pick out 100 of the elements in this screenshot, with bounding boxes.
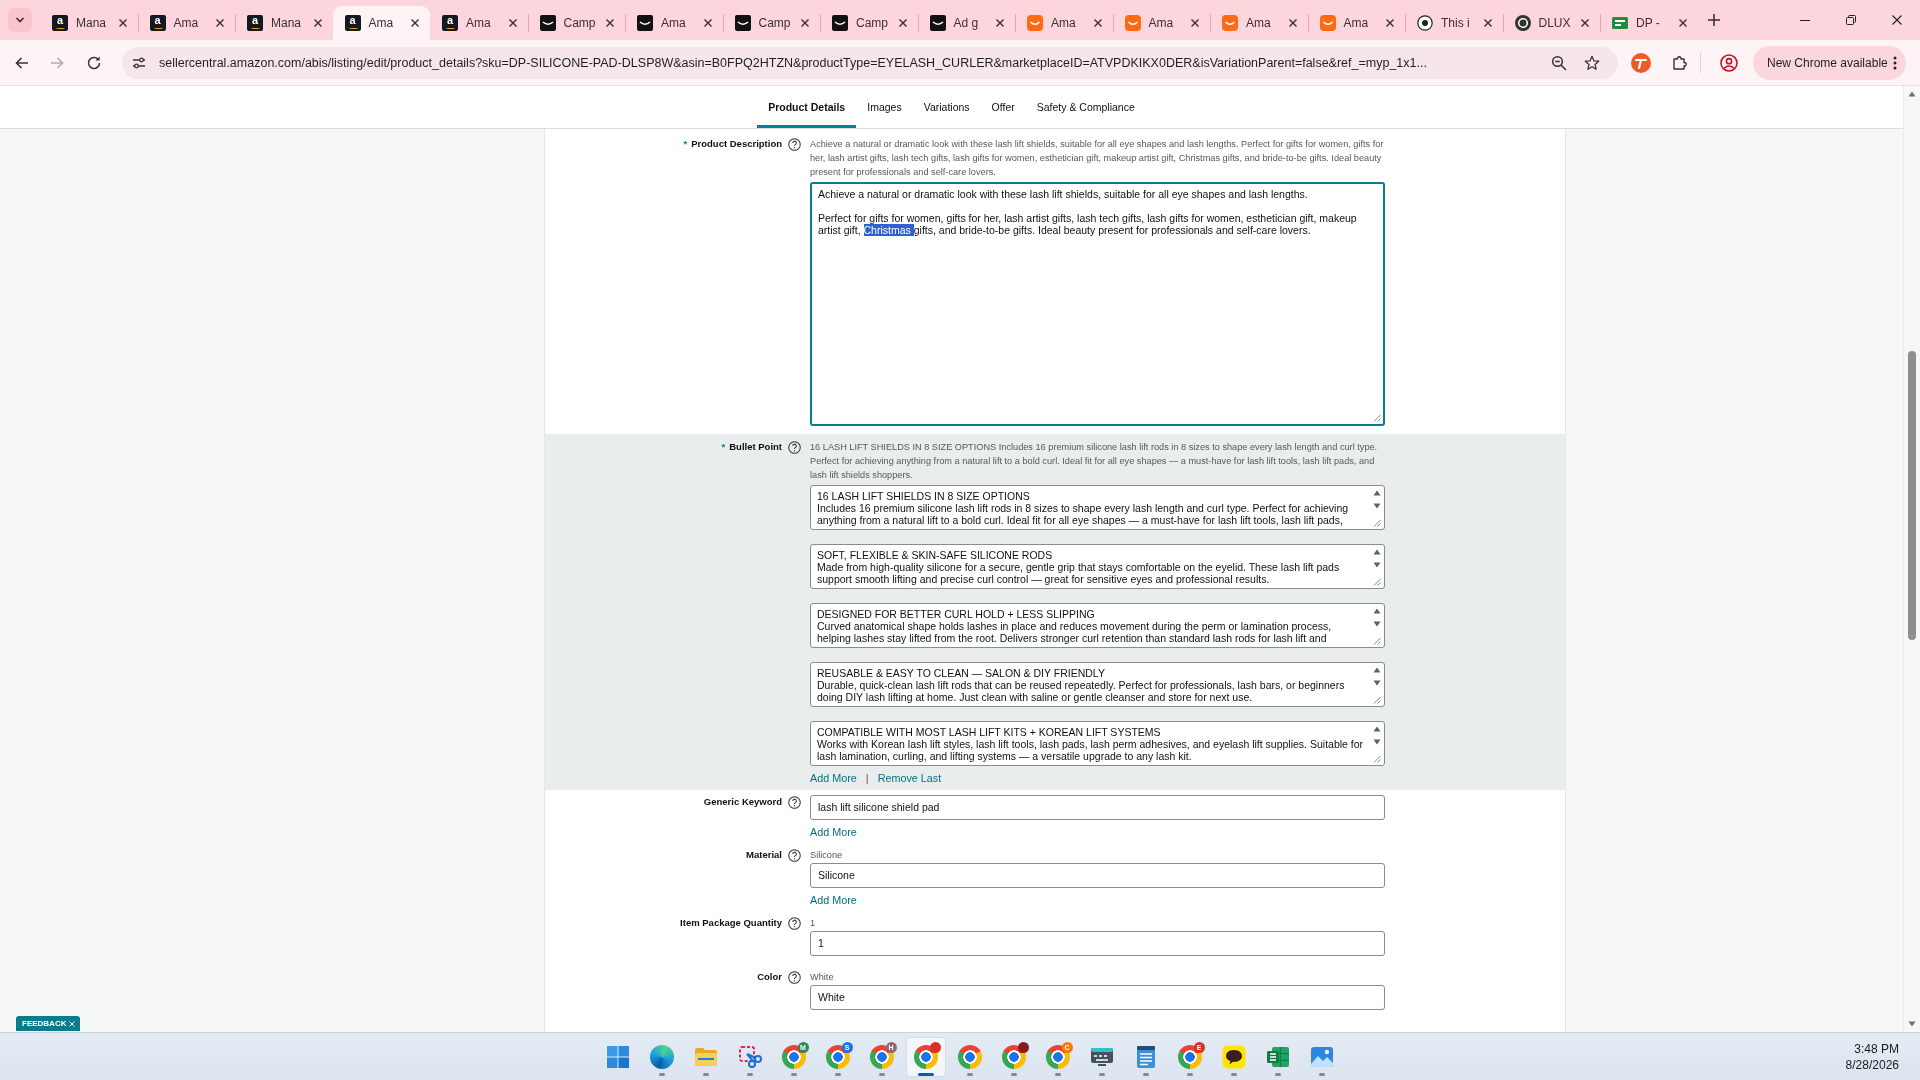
section-tab[interactable]: Safety & Compliance — [1025, 86, 1146, 128]
help-icon[interactable] — [788, 916, 801, 930]
bullet-textarea[interactable]: COMPATIBLE WITH MOST LASH LIFT KITS + KOREAN LIFT SYSTEMS Works with Korean lash lift styles, lash lift tools, lash pads, lash perm adhesives, and eyelash lift supplies. Suitable for lash lamination, curling, and lifting systems — a versatile upgrade to any lash kit. — [810, 721, 1385, 766]
help-icon[interactable] — [788, 970, 801, 984]
bullet-textarea[interactable]: DESIGNED FOR BETTER CURL HOLD + LESS SLIPPING Curved anatomical shape holds lashes in place and reduces movement during the perm or lamination process, helping lashes stay lifted from the root. Delivers stronger curl retention than standard lash rods for lash lift and — [810, 603, 1385, 648]
bullet-textarea[interactable]: SOFT, FLEXIBLE & SKIN-SAFE SILICONE RODS Made from high-quality silicone for a secure, gentle grip that stays comfortable on the eyelid. These lash lift pads support smooth lifting and precise curl control — great for sensitive eyes and professional results. — [810, 544, 1385, 589]
browser-icon[interactable] — [781, 1044, 806, 1069]
more-vertical-icon[interactable] — [1893, 55, 1897, 70]
close-icon[interactable] — [1287, 18, 1298, 28]
resize-grip-icon[interactable] — [1373, 519, 1381, 527]
browser-tab[interactable]: a Mana — [40, 6, 138, 40]
close-icon[interactable] — [605, 18, 615, 28]
scroll-down-icon[interactable] — [1373, 503, 1381, 509]
bookmark-star-icon[interactable] — [1584, 54, 1600, 71]
feedback-button[interactable]: FEEDBACK — [16, 1016, 81, 1031]
taskbar-button[interactable] — [905, 1036, 946, 1077]
close-icon[interactable] — [800, 18, 810, 28]
clock-time[interactable]: 3:48 PM — [1854, 1040, 1899, 1057]
minimize-icon[interactable] — [1800, 19, 1810, 21]
browser-icon[interactable] — [957, 1044, 982, 1069]
text-input[interactable]: lash lift silicone shield pad — [810, 795, 1385, 820]
extension-icon[interactable] — [1631, 52, 1651, 73]
text-input[interactable]: White — [810, 985, 1385, 1010]
scroll-down-icon[interactable] — [1373, 621, 1381, 627]
resize-grip-icon[interactable] — [1373, 414, 1381, 422]
close-icon[interactable] — [117, 18, 128, 28]
close-icon[interactable] — [215, 18, 225, 28]
close-icon[interactable] — [1580, 18, 1590, 28]
browser-tab[interactable]: Ama — [625, 6, 723, 40]
text-input[interactable]: 1 — [810, 931, 1385, 956]
browser-tab[interactable]: Ama — [1112, 6, 1210, 40]
windows-start-icon[interactable] — [605, 1044, 630, 1069]
browser-tab[interactable]: a Ama — [430, 6, 528, 40]
scroll-down-icon[interactable] — [1373, 562, 1381, 568]
browser-tab[interactable]: Ama — [1210, 6, 1308, 40]
section-tab[interactable]: Variations — [912, 86, 981, 128]
resize-grip-icon[interactable] — [1373, 578, 1381, 586]
browser-icon[interactable] — [869, 1044, 894, 1069]
plus-icon[interactable] — [1706, 13, 1721, 27]
browser-tab[interactable]: DLUX — [1502, 6, 1600, 40]
browser-tab[interactable]: Ama — [1015, 6, 1113, 40]
action-link[interactable]: Add More — [810, 893, 857, 907]
scroll-up-icon[interactable] — [1373, 490, 1381, 496]
scroll-up-icon[interactable] — [1373, 549, 1381, 555]
restore-icon[interactable] — [1846, 15, 1856, 25]
section-tab[interactable]: Offer — [980, 86, 1026, 128]
browser-tab[interactable]: This i — [1405, 6, 1503, 40]
browser-tab[interactable]: a Ama — [332, 6, 430, 40]
swirl-browser-icon[interactable] — [649, 1044, 674, 1069]
scroll-down-icon[interactable] — [1373, 680, 1381, 686]
resize-grip-icon[interactable] — [1373, 696, 1381, 704]
browser-icon[interactable] — [1045, 1044, 1070, 1069]
resize-grip-icon[interactable] — [1373, 755, 1381, 763]
action-link[interactable]: Add More — [810, 825, 857, 839]
close-icon[interactable] — [995, 18, 1005, 28]
help-icon[interactable] — [788, 848, 801, 862]
browser-tab[interactable]: Camp — [820, 6, 918, 40]
scrollbar-thumb[interactable] — [1908, 351, 1916, 640]
browser-tab[interactable]: DP - — [1600, 6, 1698, 40]
browser-icon[interactable] — [825, 1044, 850, 1069]
resize-grip-icon[interactable] — [1373, 637, 1381, 645]
scroll-up-icon[interactable] — [1373, 667, 1381, 673]
close-icon[interactable] — [1677, 18, 1688, 28]
close-icon[interactable] — [1190, 18, 1200, 28]
reload-icon[interactable] — [86, 54, 102, 71]
profile-icon[interactable] — [1720, 53, 1738, 72]
close-icon[interactable] — [1385, 18, 1395, 28]
close-icon[interactable] — [312, 18, 323, 28]
scroll-down-icon[interactable] — [1373, 739, 1381, 745]
address-bar[interactable]: sellercentral.amazon.com/abis/listing/edit/product_details?sku=DP-SILICONE-PAD-DLSP8W&asin=B0FPQ2HTZN&productType=EYELASH_CURLER&marketplaceID=ATVPDKIKX0DER&isVariationParent=false&ref_=myp_1x1... — [122, 46, 1618, 79]
close-icon[interactable] — [507, 18, 518, 28]
scissors-icon[interactable] — [737, 1044, 762, 1069]
action-link[interactable]: Remove Last — [877, 771, 942, 785]
text-input[interactable]: Silicone — [810, 863, 1385, 888]
close-icon[interactable] — [897, 18, 908, 28]
bullet-textarea[interactable]: REUSABLE & EASY TO CLEAN — SALON & DIY FRIENDLY Durable, quick-clean lash lift rods that can be reused repeatedly. Perfect for professionals, lash bars, or beginners doing DIY lash lifting at home. Just clean with saline or gentle cleanser and store for next use. — [810, 662, 1385, 707]
speech-bubble-icon[interactable] — [1221, 1044, 1246, 1069]
close-icon[interactable] — [1092, 18, 1103, 28]
description-textarea[interactable]: Achieve a natural or dramatic look with these lash lift shields, suitable for all eye shapes and lash lengths. Perfect for gifts for women, gifts for her, lash artist gifts, lash tech gifts, lash gifts for women, esthetician gift, makeup artist gift, Christmas gifts, and bride-to-be gifts. Ideal beauty present for professionals and self-care lovers. — [810, 182, 1385, 426]
help-icon[interactable] — [788, 137, 801, 151]
scroll-up-icon[interactable] — [1908, 91, 1916, 97]
close-icon[interactable] — [410, 18, 420, 28]
browser-tab[interactable]: a Ama — [137, 6, 235, 40]
photos-icon[interactable] — [1309, 1044, 1334, 1069]
bullet-textarea[interactable]: 16 LASH LIFT SHIELDS IN 8 SIZE OPTIONS Includes 16 premium silicone lash lift rods in 8 sizes to shape every lash length and curl type. Perfect for achieving anything from a natural lift to a bold curl. Ideal fit for all eye shapes — a must-have for lash lift tools, lash lift pads, — [810, 485, 1385, 530]
browser-icon[interactable] — [1177, 1044, 1202, 1069]
action-link[interactable]: Add More — [810, 771, 857, 785]
clock-date[interactable]: 8/28/2026 — [1845, 1056, 1899, 1073]
scroll-down-icon[interactable] — [1908, 1021, 1916, 1027]
browser-tab[interactable]: Ama — [1307, 6, 1405, 40]
close-icon[interactable] — [1892, 15, 1902, 25]
scroll-up-icon[interactable] — [1373, 726, 1381, 732]
close-icon[interactable] — [702, 18, 713, 28]
help-icon[interactable] — [788, 440, 801, 454]
zoom-out-icon[interactable] — [1551, 54, 1567, 71]
tab-search-button[interactable] — [8, 8, 32, 32]
puzzle-icon[interactable] — [1672, 54, 1688, 71]
spreadsheet-icon[interactable] — [1265, 1044, 1290, 1069]
help-icon[interactable] — [788, 795, 801, 809]
browser-icon[interactable] — [913, 1044, 938, 1069]
